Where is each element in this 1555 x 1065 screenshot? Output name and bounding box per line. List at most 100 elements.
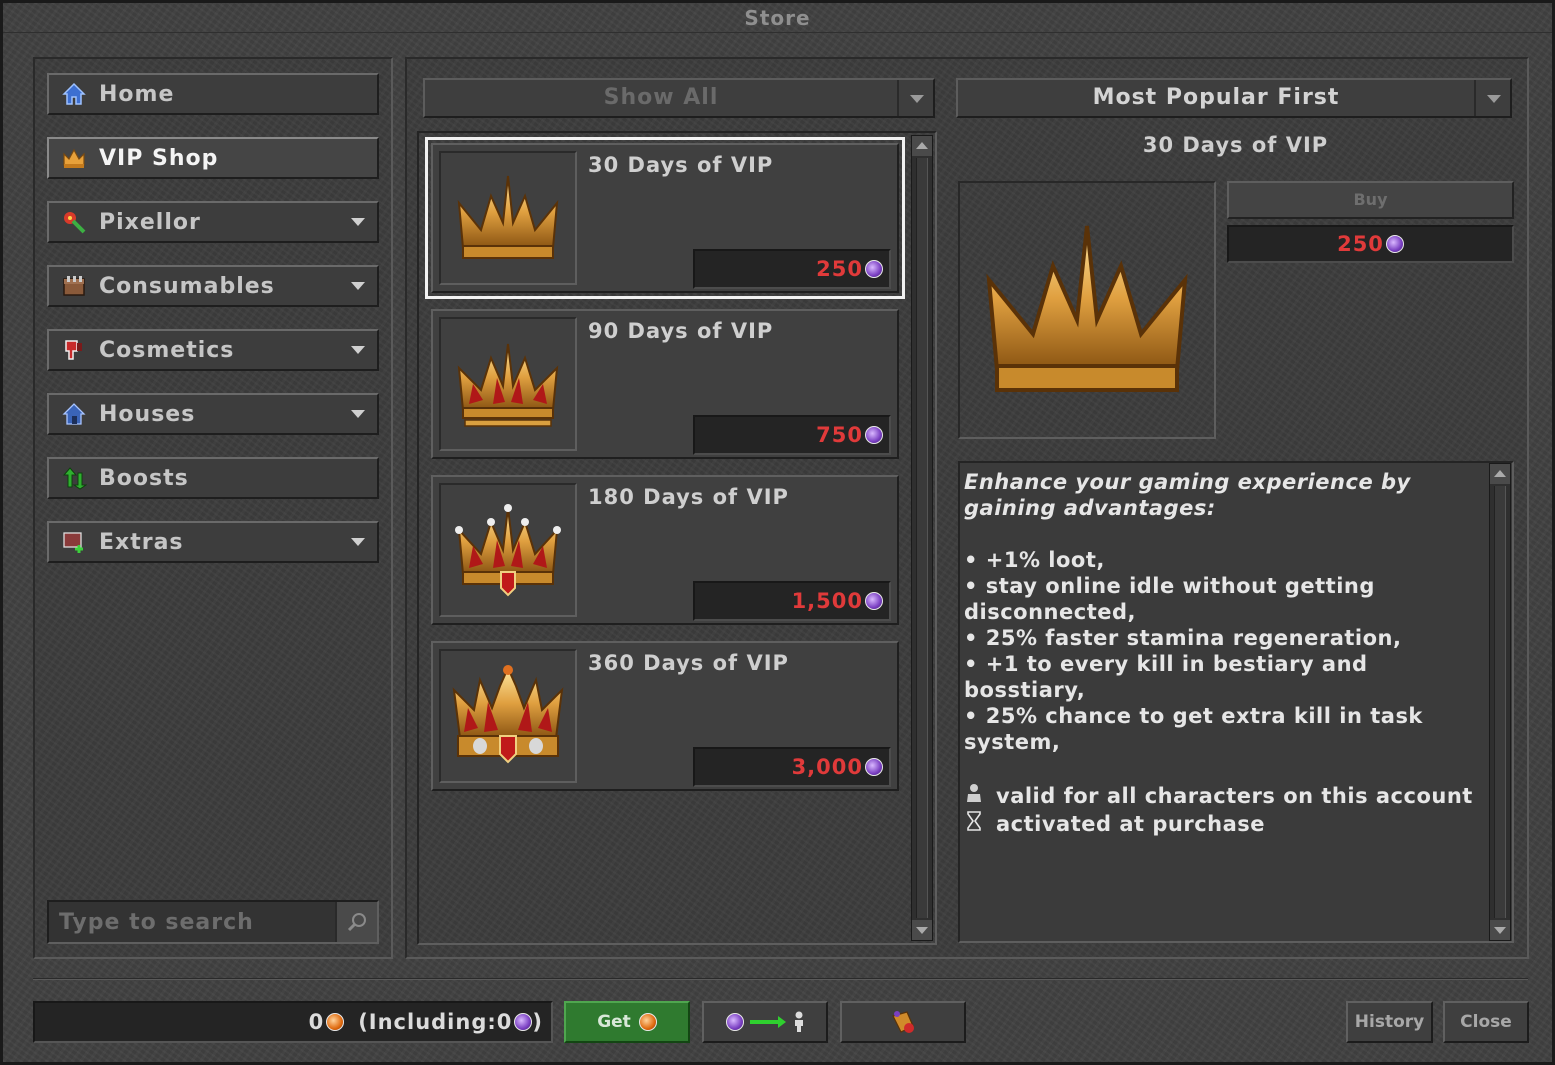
sidebar-item-extras[interactable]: Extras [47, 521, 379, 563]
crown-gold-icon [457, 175, 559, 259]
search-box [47, 900, 379, 944]
note-item: activated at purchase [964, 811, 1478, 837]
chevron-down-icon [351, 218, 365, 226]
show-filter-dropdown[interactable]: Show All [423, 78, 935, 118]
offer-thumbnail [439, 483, 577, 617]
coin-icon [638, 1013, 657, 1031]
price-value: 3,000 [791, 755, 863, 779]
sort-dropdown[interactable]: Most Popular First [956, 78, 1512, 118]
description-scrollbar[interactable] [1489, 463, 1511, 941]
sidebar-item-vip-shop[interactable]: VIP Shop [47, 137, 379, 179]
tibia-coin-icon [865, 260, 883, 278]
chevron-down-icon [351, 410, 365, 418]
coin-icon [326, 1013, 345, 1031]
price-value: 750 [816, 423, 863, 447]
footer-divider [33, 978, 1528, 980]
scroll-up-button[interactable] [912, 136, 932, 156]
offer-name: 180 Days of VIP [588, 485, 789, 509]
including-label: (Including: [358, 1010, 497, 1034]
note-item: valid for all characters on this account [964, 783, 1478, 809]
offer-card[interactable]: 90 Days of VIP 750 [431, 309, 899, 459]
sidebar-item-houses[interactable]: Houses [47, 393, 379, 435]
note-text: valid for all characters on this account [996, 784, 1473, 808]
scroll-track[interactable] [1494, 486, 1506, 918]
chevron-down-icon [1474, 80, 1510, 116]
crown-icon [61, 145, 87, 171]
tibia-coin-icon [1385, 235, 1404, 253]
scroll-down-button[interactable] [912, 920, 932, 940]
crown-ruby-icon [457, 343, 559, 427]
price-value: 250 [1337, 232, 1384, 256]
tibia-coin-icon [514, 1013, 533, 1031]
offer-price: 1,500 [693, 581, 891, 621]
gift-button[interactable] [840, 1001, 966, 1043]
balance-value: 0 [308, 1010, 325, 1034]
scroll-track[interactable] [916, 158, 928, 918]
show-filter-label: Show All [603, 85, 719, 110]
home-icon [61, 81, 87, 107]
buy-button[interactable]: Buy [1227, 181, 1514, 219]
chevron-down-icon [351, 538, 365, 546]
character-icon [964, 783, 984, 809]
sidebar-item-consumables[interactable]: Consumables [47, 265, 379, 307]
sidebar-item-boosts[interactable]: Boosts [47, 457, 379, 499]
offer-thumbnail [439, 151, 577, 285]
sidebar-item-home[interactable]: Home [47, 73, 379, 115]
benefit-item: • 25% faster stamina regeneration, [964, 626, 1402, 650]
price-value: 1,500 [791, 589, 863, 613]
offer-name: 90 Days of VIP [588, 319, 774, 343]
sidebar-item-label: Extras [99, 529, 184, 555]
sidebar-panel [33, 57, 393, 959]
offer-name: 30 Days of VIP [588, 153, 774, 177]
offer-name: 360 Days of VIP [588, 651, 789, 675]
offer-card[interactable]: 360 Days of VIP 3,000 [431, 641, 899, 791]
offer-list-scrollbar[interactable] [911, 135, 933, 941]
offer-card[interactable]: 180 Days of VIP 1,500 [431, 475, 899, 625]
tibia-coin-icon [865, 758, 883, 776]
benefit-item: • +1 to every kill in bestiary and bosst… [964, 652, 1368, 702]
benefit-item: • 25% chance to get extra kill in task s… [964, 704, 1423, 754]
sort-label: Most Popular First [1092, 85, 1340, 110]
get-label: Get [597, 1012, 631, 1032]
cosmetics-icon [61, 337, 87, 363]
chevron-down-icon [897, 80, 933, 116]
offer-card[interactable]: 30 Days of VIP 250 [425, 137, 905, 299]
crown-jeweled-icon [455, 504, 561, 597]
offer-thumbnail [439, 649, 577, 783]
sidebar-item-label: Consumables [99, 273, 275, 299]
tibia-coin-icon [865, 426, 883, 444]
note-text: activated at purchase [996, 812, 1266, 836]
sidebar-item-cosmetics[interactable]: Cosmetics [47, 329, 379, 371]
house-icon [61, 401, 87, 427]
scroll-down-button[interactable] [1490, 920, 1510, 940]
benefit-item: • +1% loot, [964, 548, 1105, 572]
sidebar-item-label: VIP Shop [99, 145, 219, 171]
crown-royal-icon [452, 665, 564, 764]
get-coins-button[interactable]: Get [564, 1001, 690, 1043]
transfer-coins-button[interactable] [702, 1001, 828, 1043]
chevron-down-icon [351, 346, 365, 354]
sidebar-item-pixellor[interactable]: Pixellor [47, 201, 379, 243]
detail-image [958, 181, 1216, 439]
store-window: Store Home VIP Shop Pixellor Consumables… [0, 0, 1555, 1065]
search-input[interactable] [49, 902, 335, 942]
offer-price: 3,000 [693, 747, 891, 787]
crown-gold-icon [986, 225, 1188, 392]
gift-icon [892, 1011, 914, 1033]
extras-icon [61, 529, 87, 555]
character-icon [795, 1011, 803, 1032]
detail-price: 250 [1227, 225, 1514, 263]
close-button[interactable]: Close [1443, 1001, 1529, 1043]
boost-arrows-icon [61, 465, 87, 491]
sidebar-item-label: Home [99, 81, 175, 107]
sidebar-item-label: Pixellor [99, 209, 201, 235]
offer-price: 750 [693, 415, 891, 455]
chevron-down-icon [351, 282, 365, 290]
price-value: 250 [816, 257, 863, 281]
including-value: 0 [496, 1010, 513, 1034]
history-button[interactable]: History [1346, 1001, 1433, 1043]
benefit-item: • stay online idle without getting disco… [964, 574, 1375, 624]
description-intro: Enhance your gaming experience by gainin… [964, 470, 1411, 520]
search-button[interactable] [335, 902, 377, 942]
scroll-up-button[interactable] [1490, 464, 1510, 484]
